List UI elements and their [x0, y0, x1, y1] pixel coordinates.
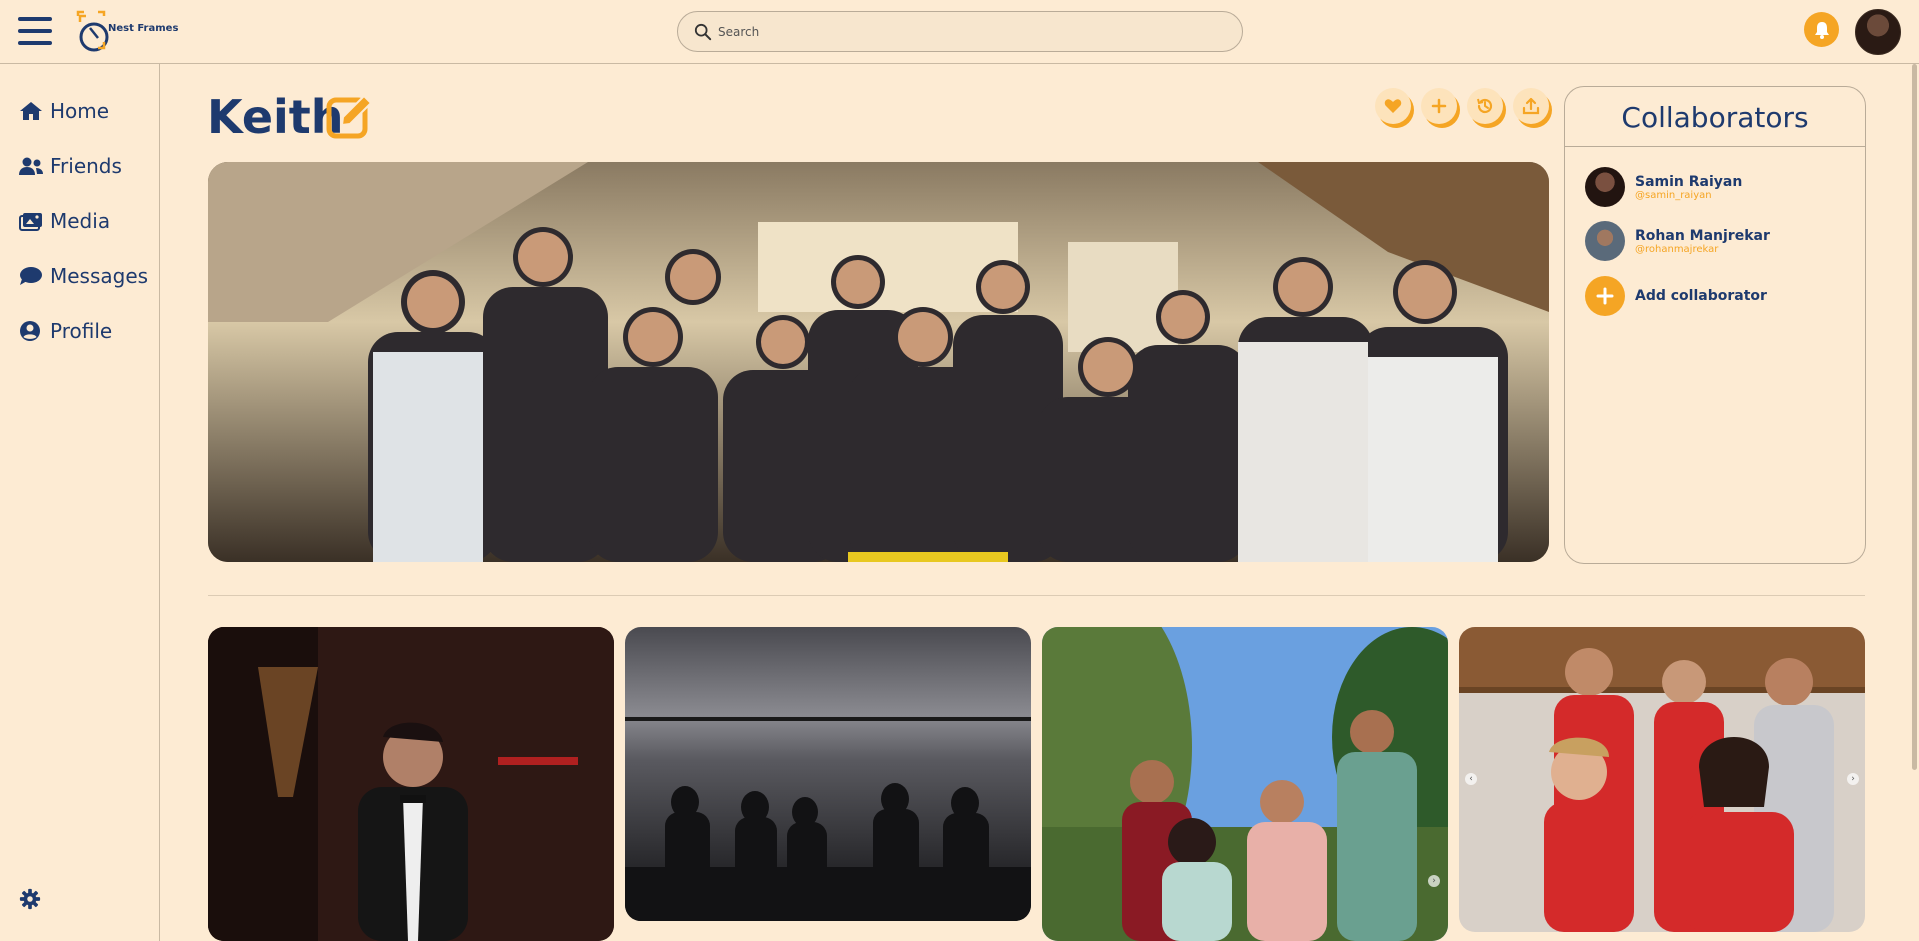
favorite-button[interactable] [1375, 88, 1411, 124]
history-button[interactable] [1467, 88, 1503, 124]
sidebar-item-media[interactable]: Media [18, 206, 110, 236]
friends-icon [19, 157, 43, 175]
photo-image [1459, 627, 1865, 932]
page-scrollbar[interactable] [1912, 64, 1917, 770]
album-title: Keith [207, 90, 344, 144]
sidebar-item-profile[interactable]: Profile [18, 316, 112, 346]
sidebar-item-home[interactable]: Home [18, 96, 109, 126]
media-tile[interactable] [625, 627, 1031, 921]
sidebar-item-messages[interactable]: Messages [18, 261, 148, 291]
media-tile[interactable]: ‹ › [1459, 627, 1865, 932]
photo-image [1042, 627, 1448, 941]
plus-icon [1585, 276, 1625, 316]
search-icon [694, 23, 712, 41]
collaborators-title: Collaborators [1621, 101, 1809, 134]
profile-icon [20, 321, 40, 341]
sidebar-item-label: Media [50, 209, 111, 233]
user-avatar[interactable] [1855, 9, 1901, 55]
search-bar[interactable] [677, 11, 1243, 52]
hamburger-menu-icon[interactable] [18, 17, 52, 45]
messages-icon [20, 267, 42, 285]
collaborator-item[interactable]: Rohan Manjrekar @rohanmajrekar [1585, 221, 1770, 261]
bell-icon [1814, 21, 1829, 39]
collaborator-item[interactable]: Samin Raiyan @samin_raiyan [1585, 167, 1742, 207]
section-divider [208, 595, 1865, 596]
collaborators-panel: Collaborators Samin Raiyan @samin_raiyan… [1564, 86, 1866, 564]
media-icon [19, 213, 42, 231]
plus-icon [1431, 98, 1447, 114]
sidebar-item-label: Messages [50, 264, 149, 288]
sidebar-item-label: Home [50, 99, 110, 123]
add-collaborator-label: Add collaborator [1635, 288, 1767, 304]
sidebar-item-friends[interactable]: Friends [18, 151, 122, 181]
brand-name: Nest Frames [108, 23, 179, 34]
collaborator-name: Rohan Manjrekar [1635, 227, 1770, 244]
top-bar: Nest Frames [0, 0, 1919, 64]
carousel-next-icon[interactable]: › [1847, 773, 1859, 785]
gear-icon[interactable] [19, 888, 41, 910]
collaborator-handle: @samin_raiyan [1635, 189, 1712, 201]
history-icon [1477, 98, 1493, 114]
share-icon [1522, 97, 1540, 115]
sidebar-item-label: Friends [50, 154, 122, 178]
notifications-button[interactable] [1804, 12, 1839, 47]
edit-icon[interactable] [326, 91, 376, 141]
media-tile[interactable]: › [1042, 627, 1448, 941]
photo-image [208, 627, 614, 941]
sidebar: Home Friends Media Messages Profile [0, 64, 160, 941]
share-button[interactable] [1513, 88, 1549, 124]
album-cover-photo[interactable] [208, 162, 1549, 562]
search-input[interactable] [718, 12, 1218, 51]
heart-icon [1384, 99, 1402, 113]
media-tile[interactable] [208, 627, 614, 941]
add-media-button[interactable] [1421, 88, 1457, 124]
photo-image [625, 627, 1031, 921]
carousel-prev-icon[interactable]: ‹ [1465, 773, 1477, 785]
divider [1565, 146, 1865, 147]
sidebar-item-label: Profile [50, 319, 113, 343]
add-collaborator-button[interactable]: Add collaborator [1585, 276, 1767, 316]
avatar [1585, 167, 1625, 207]
home-icon [20, 102, 42, 120]
group-photo-image [208, 162, 1549, 562]
collaborator-handle: @rohanmajrekar [1635, 243, 1719, 255]
carousel-next-icon[interactable]: › [1428, 875, 1440, 887]
collaborator-name: Samin Raiyan [1635, 173, 1743, 190]
avatar [1585, 221, 1625, 261]
